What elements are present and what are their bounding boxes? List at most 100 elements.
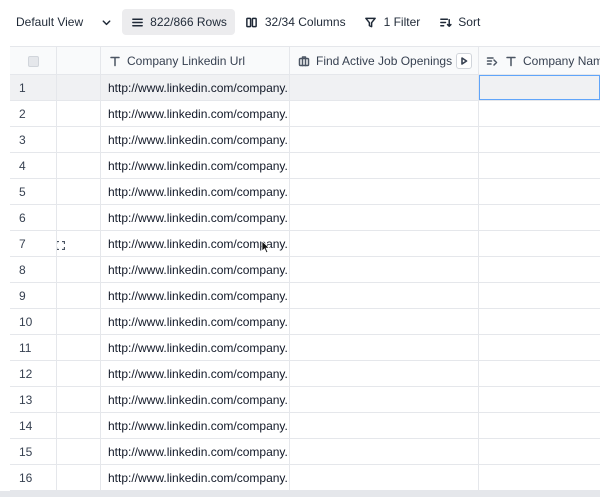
expand-row-icon[interactable] [57,239,66,251]
linkedin-url-cell[interactable]: http://www.linkedin.com/company... [101,465,290,490]
company-name-cell[interactable] [479,75,600,100]
row-number: 5 [10,179,57,204]
row-actions-cell[interactable] [57,283,101,308]
job-openings-cell[interactable] [290,127,479,152]
table-row[interactable]: 7 http://www.linkedin.com/company... [10,231,600,257]
column-header-company-name[interactable]: Company Name [479,47,600,75]
job-openings-cell[interactable] [290,439,479,464]
company-name-cell[interactable] [479,309,600,334]
horizontal-scrollbar[interactable] [0,491,600,497]
company-name-cell[interactable] [479,439,600,464]
job-openings-cell[interactable] [290,257,479,282]
row-actions-cell[interactable] [57,205,101,230]
columns-button[interactable]: 32/34 Columns [237,9,354,35]
company-name-cell[interactable] [479,465,600,490]
row-actions-cell[interactable] [57,75,101,100]
column-header-linkedin[interactable]: Company Linkedin Url [101,47,290,75]
select-all-header[interactable] [10,47,57,75]
row-number: 11 [10,335,57,360]
job-openings-cell[interactable] [290,387,479,412]
job-openings-cell[interactable] [290,465,479,490]
linkedin-url-cell[interactable]: http://www.linkedin.com/company... [101,309,290,334]
job-openings-cell[interactable] [290,335,479,360]
filter-button[interactable]: 1 Filter [356,9,429,35]
row-actions-cell[interactable] [57,387,101,412]
rows-button[interactable]: 822/866 Rows [122,9,235,35]
job-openings-cell[interactable] [290,205,479,230]
job-openings-cell[interactable] [290,283,479,308]
row-number: 15 [10,439,57,464]
job-openings-cell[interactable] [290,101,479,126]
company-name-cell[interactable] [479,413,600,438]
row-actions-cell[interactable] [57,153,101,178]
table-row[interactable]: 6 http://www.linkedin.com/company... [10,205,600,231]
table-row[interactable]: 10 http://www.linkedin.com/company... [10,309,600,335]
row-number: 10 [10,309,57,334]
linkedin-url-cell[interactable]: http://www.linkedin.com/company... [101,335,290,360]
row-actions-cell[interactable] [57,439,101,464]
job-openings-cell[interactable] [290,153,479,178]
row-number: 1 [10,75,57,100]
company-name-cell[interactable] [479,127,600,152]
company-name-cell[interactable] [479,231,600,256]
job-openings-cell[interactable] [290,179,479,204]
linkedin-url-cell[interactable]: http://www.linkedin.com/company... [101,283,290,308]
row-actions-cell[interactable] [57,231,101,256]
rows-icon [130,15,144,29]
row-actions-cell[interactable] [57,413,101,438]
table-row[interactable]: 13 http://www.linkedin.com/company... [10,387,600,413]
linkedin-url-cell[interactable]: http://www.linkedin.com/company... [101,75,290,100]
table-row[interactable]: 1 http://www.linkedin.com/company... [10,75,600,101]
linkedin-url-cell[interactable]: http://www.linkedin.com/company... [101,179,290,204]
row-actions-cell[interactable] [57,465,101,490]
row-actions-cell[interactable] [57,257,101,282]
company-name-cell[interactable] [479,153,600,178]
table-row[interactable]: 12 http://www.linkedin.com/company... [10,361,600,387]
company-name-cell[interactable] [479,387,600,412]
run-column-button[interactable] [456,53,472,69]
row-actions-cell[interactable] [57,361,101,386]
select-all-checkbox[interactable] [27,55,39,67]
company-name-cell[interactable] [479,335,600,360]
company-name-cell[interactable] [479,283,600,308]
row-number: 7 [10,231,57,256]
company-name-cell[interactable] [479,205,600,230]
company-name-cell[interactable] [479,361,600,386]
job-openings-cell[interactable] [290,361,479,386]
table-row[interactable]: 15 http://www.linkedin.com/company... [10,439,600,465]
company-name-cell[interactable] [479,101,600,126]
company-name-cell[interactable] [479,179,600,204]
table-row[interactable]: 9 http://www.linkedin.com/company... [10,283,600,309]
table-row[interactable]: 16 http://www.linkedin.com/company... [10,465,600,491]
table-row[interactable]: 8 http://www.linkedin.com/company... [10,257,600,283]
table-row[interactable]: 3 http://www.linkedin.com/company... [10,127,600,153]
table-row[interactable]: 2 http://www.linkedin.com/company... [10,101,600,127]
company-name-cell[interactable] [479,257,600,282]
row-actions-cell[interactable] [57,179,101,204]
linkedin-url-cell[interactable]: http://www.linkedin.com/company... [101,387,290,412]
linkedin-url-cell[interactable]: http://www.linkedin.com/company... [101,101,290,126]
job-openings-cell[interactable] [290,231,479,256]
table-row[interactable]: 11 http://www.linkedin.com/company... [10,335,600,361]
table-row[interactable]: 4 http://www.linkedin.com/company... [10,153,600,179]
sort-button[interactable]: Sort [430,9,488,35]
view-selector-button[interactable]: Default View [8,9,120,35]
row-actions-cell[interactable] [57,309,101,334]
column-header-jobs[interactable]: Find Active Job Openings [290,47,479,75]
linkedin-url-cell[interactable]: http://www.linkedin.com/company... [101,413,290,438]
job-openings-cell[interactable] [290,413,479,438]
linkedin-url-cell[interactable]: http://www.linkedin.com/company... [101,153,290,178]
linkedin-url-cell[interactable]: http://www.linkedin.com/company... [101,439,290,464]
job-openings-cell[interactable] [290,309,479,334]
job-openings-cell[interactable] [290,75,479,100]
linkedin-url-cell[interactable]: http://www.linkedin.com/company... [101,257,290,282]
data-grid: Company Linkedin Url Find Active Job Ope… [10,46,600,491]
table-row[interactable]: 14 http://www.linkedin.com/company... [10,413,600,439]
linkedin-url-cell[interactable]: http://www.linkedin.com/company... [101,205,290,230]
row-actions-cell[interactable] [57,335,101,360]
row-actions-cell[interactable] [57,101,101,126]
table-row[interactable]: 5 http://www.linkedin.com/company... [10,179,600,205]
linkedin-url-cell[interactable]: http://www.linkedin.com/company... [101,361,290,386]
linkedin-url-cell[interactable]: http://www.linkedin.com/company... [101,127,290,152]
row-actions-cell[interactable] [57,127,101,152]
